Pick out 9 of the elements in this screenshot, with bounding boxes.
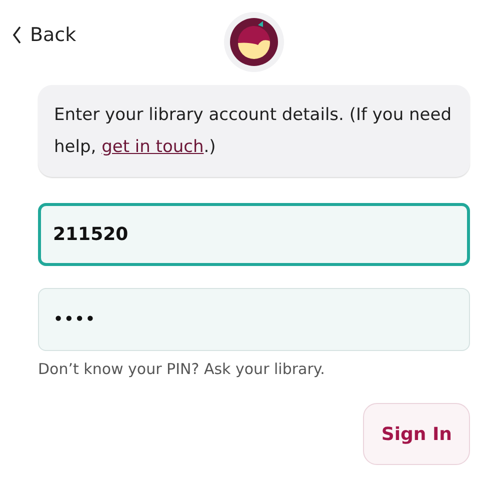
chevron-left-icon	[12, 26, 22, 44]
pin-field[interactable]: ••••	[38, 288, 470, 351]
sign-in-button[interactable]: Sign In	[363, 403, 470, 465]
card-number-field[interactable]: 211520	[38, 203, 470, 266]
instructions-text: Enter your library account details. (If you need help, get in touch.)	[54, 104, 452, 159]
back-button[interactable]: Back	[12, 24, 76, 46]
logo-icon	[224, 12, 284, 72]
hint-text: Don’t know your PIN? Ask your library.	[38, 360, 326, 378]
contact-link[interactable]: get in touch	[102, 137, 204, 157]
